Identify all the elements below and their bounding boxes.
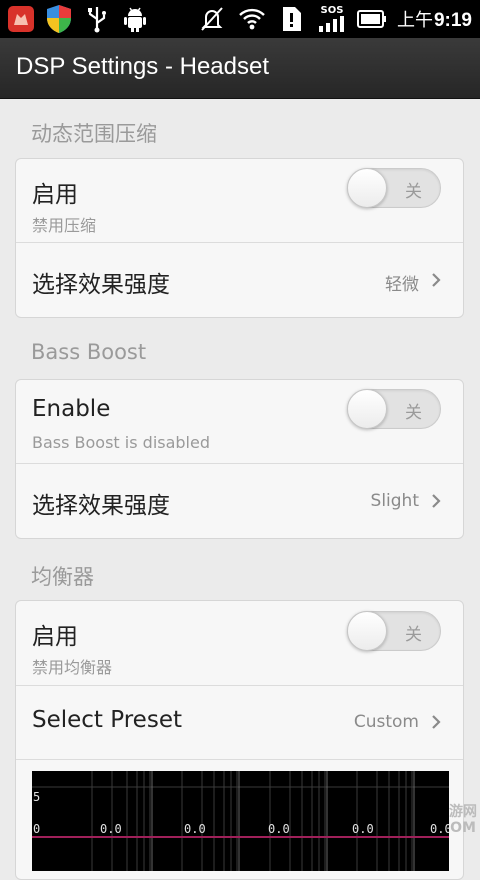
bass-boost-toggle[interactable]: 关 — [347, 389, 441, 429]
section-header-bass-boost: Bass Boost — [31, 340, 147, 364]
battery-icon — [356, 4, 387, 34]
section-header-compression: 动态范围压缩 — [31, 122, 157, 146]
toggle-knob — [347, 611, 387, 651]
android-debug-icon — [120, 4, 150, 34]
bass-enable-title: Enable — [32, 396, 111, 422]
band-value-2: 0.0 — [184, 822, 206, 836]
band-value-1: 0.0 — [100, 822, 122, 836]
page-title: DSP Settings - Headset — [16, 53, 270, 80]
sim-alert-icon — [277, 4, 307, 34]
compression-strength-value: 轻微 — [385, 275, 419, 295]
graph-tick-zero: 0 — [33, 822, 41, 836]
bass-enable-summary: Bass Boost is disabled — [32, 433, 210, 452]
band-value-3: 0.0 — [268, 822, 290, 836]
eq-preset-value: Custom — [353, 712, 419, 732]
clock: 上午9:19 — [396, 10, 472, 31]
compression-card: 启用 禁用压缩 关 选择效果强度 轻微 — [15, 158, 464, 318]
chevron-right-icon — [432, 715, 441, 729]
eq-preset-title: Select Preset — [32, 707, 182, 733]
toggle-label: 关 — [405, 182, 422, 202]
shield-icon — [44, 4, 74, 34]
equalizer-graph[interactable]: 5 0 0.0 0.0 0.0 0.0 0.0 — [32, 771, 449, 871]
equalizer-card: 启用 禁用均衡器 关 Select Preset Custom 5 0 0.0 … — [15, 600, 464, 880]
toggle-knob — [347, 168, 387, 208]
eq-preset-row[interactable]: Select Preset Custom — [16, 686, 463, 760]
section-header-equalizer: 均衡器 — [31, 565, 94, 589]
compression-toggle[interactable]: 关 — [347, 168, 441, 208]
chevron-right-icon — [432, 273, 441, 287]
compression-enable-summary: 禁用压缩 — [32, 216, 97, 235]
equalizer-grid — [32, 771, 449, 871]
bass-strength-row[interactable]: 选择效果强度 Slight — [16, 464, 463, 538]
status-bar: SOS 上午9:19 — [0, 0, 480, 38]
watermark: 游网 OM — [449, 804, 477, 836]
usb-icon — [82, 4, 112, 34]
compression-enable-row[interactable]: 启用 禁用压缩 关 — [16, 159, 463, 243]
band-value-4: 0.0 — [352, 822, 374, 836]
bass-strength-title: 选择效果强度 — [32, 493, 170, 519]
signal-icon: SOS — [317, 4, 347, 34]
compression-enable-title: 启用 — [32, 182, 78, 208]
mute-icon — [197, 4, 227, 34]
graph-tick-top: 5 — [33, 790, 41, 804]
equalizer-toggle[interactable]: 关 — [347, 611, 441, 651]
toggle-label: 关 — [405, 625, 422, 645]
eq-enable-summary: 禁用均衡器 — [32, 658, 113, 677]
app-icon — [6, 4, 36, 34]
compression-strength-title: 选择效果强度 — [32, 272, 170, 298]
eq-enable-row[interactable]: 启用 禁用均衡器 关 — [16, 601, 463, 686]
toggle-label: 关 — [405, 403, 422, 423]
eq-enable-title: 启用 — [32, 624, 78, 650]
wifi-icon — [237, 4, 267, 34]
toggle-knob — [347, 389, 387, 429]
action-bar: DSP Settings - Headset — [0, 38, 480, 99]
bass-enable-row[interactable]: Enable Bass Boost is disabled 关 — [16, 380, 463, 464]
chevron-right-icon — [432, 494, 441, 508]
bass-strength-value: Slight — [370, 491, 419, 511]
bass-boost-card: Enable Bass Boost is disabled 关 选择效果强度 S… — [15, 379, 464, 539]
compression-strength-row[interactable]: 选择效果强度 轻微 — [16, 243, 463, 317]
